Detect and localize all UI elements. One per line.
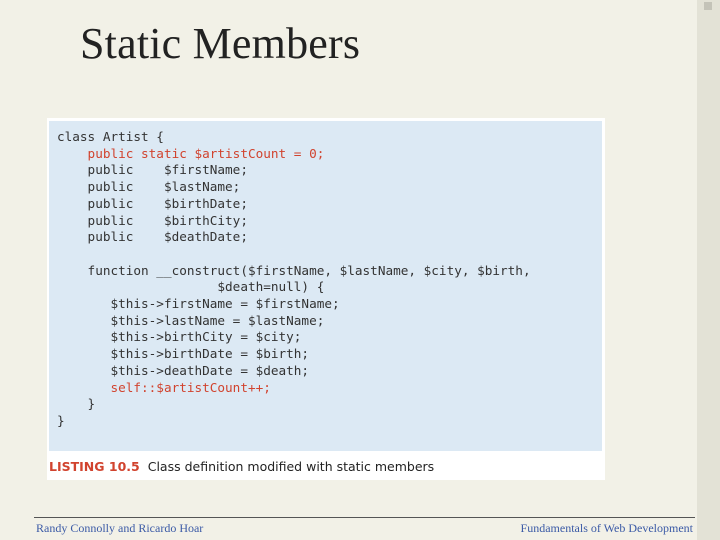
code-line: self::$artistCount++; [57,379,271,395]
code-block: class Artist { public static $artistCoun… [49,121,602,451]
code-line: public $birthCity; [57,212,248,228]
code-line: public $deathDate; [57,229,248,245]
footer-book-title: Fundamentals of Web Development [520,521,693,535]
code-line: public static $artistCount = 0; [57,145,325,161]
slide-title: Static Members [80,19,361,68]
listing-caption-text: Class definition modified with static me… [147,459,435,474]
code-line: class Artist { [57,129,164,144]
corner-square-icon [704,2,712,10]
footer-authors: Randy Connolly and Ricardo Hoar [36,521,204,535]
right-accent-bar [697,0,720,540]
listing-caption: LISTING 10.5 Class definition modified wi… [49,459,434,474]
code-line: $this->firstName = $firstName; [57,296,340,312]
code-line: function __construct($firstName, $lastNa… [57,262,531,278]
code-line: $this->deathDate = $death; [57,362,310,378]
code-line: } [57,412,65,428]
footer-divider [34,517,695,518]
code-line: $this->birthCity = $city; [57,329,302,345]
code-text: class Artist { public static $artistCoun… [57,129,531,430]
code-line: public $firstName; [57,162,248,178]
code-listing: class Artist { public static $artistCoun… [47,118,605,480]
code-line: } [57,396,96,412]
code-line: $death=null) { [57,279,325,295]
code-line: $this->lastName = $lastName; [57,312,325,328]
listing-caption-label: LISTING 10.5 [49,459,140,474]
code-line: $this->birthDate = $birth; [57,346,310,362]
code-line: public $birthDate; [57,195,248,211]
code-line: public $lastName; [57,179,241,195]
